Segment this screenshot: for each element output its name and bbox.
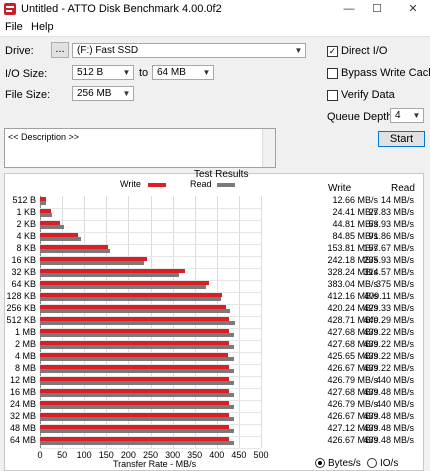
menu-bar (0, 18, 430, 37)
results-panel (4, 173, 424, 471)
io-size-to-value: 64 MB (157, 67, 186, 78)
io-per-s-radio[interactable] (367, 458, 377, 468)
verify-data-label: Verify Data (341, 89, 395, 101)
description-scrollbar[interactable] (262, 129, 275, 167)
read-legend-swatch (217, 183, 235, 187)
file-size-label: File Size: (5, 89, 51, 101)
drive-label: Drive: (5, 45, 34, 57)
io-size-to-select[interactable]: 64 MB ▼ (152, 65, 214, 80)
menu-help[interactable]: Help (31, 21, 54, 33)
write-column-header: Write (328, 183, 352, 194)
queue-depth-label: Queue Depth: (327, 111, 396, 123)
to-label: to (139, 67, 149, 79)
direct-io-checkbox[interactable]: ✓ (327, 46, 338, 57)
drive-select[interactable]: (F:) Fast SSD ▼ (72, 43, 306, 58)
io-size-from-select[interactable]: 512 B ▼ (72, 65, 134, 80)
app-icon (4, 3, 16, 15)
io-size-from-value: 512 B (77, 67, 104, 78)
file-size-value: 256 MB (77, 88, 112, 99)
bypass-write-cache-checkbox[interactable] (327, 68, 338, 79)
io-size-label: I/O Size: (5, 68, 48, 80)
chevron-down-icon: ▼ (122, 68, 131, 77)
bytes-per-s-label: Bytes/s (328, 458, 361, 469)
start-button[interactable]: Start (378, 131, 425, 147)
minimize-button[interactable]: — (334, 0, 364, 18)
description-box[interactable]: << Description >> (4, 128, 276, 168)
bypass-write-cache-label: Bypass Write Cache (341, 67, 430, 79)
radio-selected-dot (318, 461, 322, 465)
direct-io-label: Direct I/O (341, 45, 388, 57)
window-title: Untitled - ATTO Disk Benchmark 4.00.0f2 (21, 3, 222, 15)
close-button[interactable]: ✕ (398, 0, 428, 18)
chevron-down-icon: ▼ (412, 111, 421, 120)
file-size-select[interactable]: 256 MB ▼ (72, 86, 134, 101)
write-legend-label: Write (120, 179, 141, 189)
browse-button[interactable]: ... (51, 42, 69, 58)
menu-file[interactable]: File (5, 21, 23, 33)
drive-value: (F:) Fast SSD (77, 45, 139, 56)
bytes-per-s-radio[interactable] (315, 458, 325, 468)
io-per-s-label: IO/s (380, 458, 399, 469)
x-axis-label: Transfer Rate - MB/s (113, 459, 197, 469)
queue-depth-select[interactable]: 4 ▼ (390, 108, 424, 123)
queue-depth-value: 4 (395, 110, 401, 121)
write-legend-swatch (148, 183, 166, 187)
read-column-header: Read (391, 183, 415, 194)
read-legend-label: Read (190, 179, 212, 189)
chevron-down-icon: ▼ (122, 89, 131, 98)
chevron-down-icon: ▼ (202, 68, 211, 77)
chevron-down-icon: ▼ (294, 46, 303, 55)
verify-data-checkbox[interactable] (327, 90, 338, 101)
maximize-button[interactable]: ☐ (362, 0, 392, 18)
description-text: << Description >> (8, 132, 80, 142)
